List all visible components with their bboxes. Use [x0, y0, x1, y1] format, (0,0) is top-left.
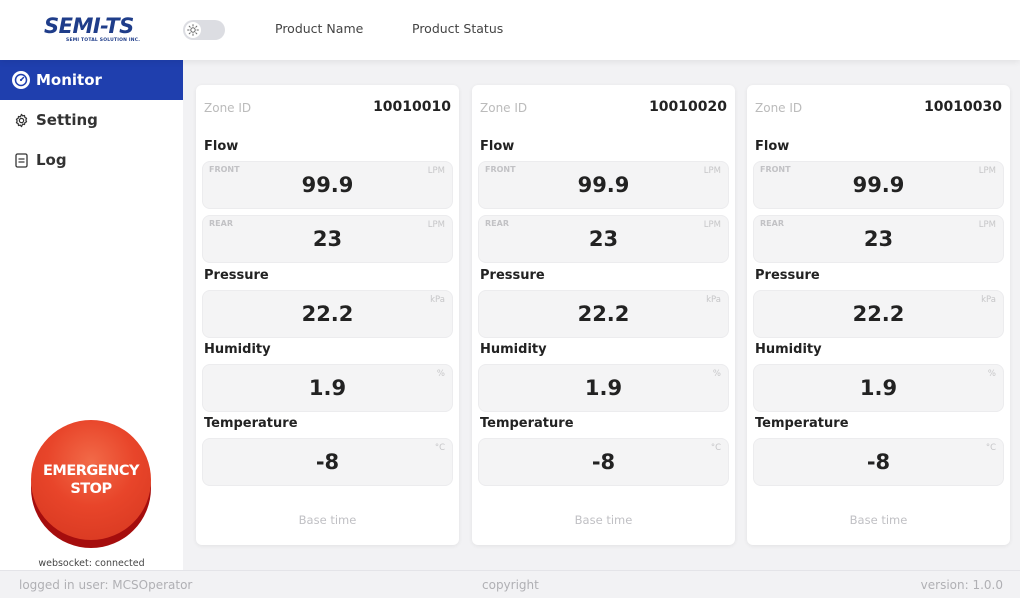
- temperature-box: °C -8: [753, 438, 1004, 486]
- temperature-box: °C -8: [478, 438, 729, 486]
- flow-front-value: 99.9: [301, 173, 354, 197]
- humidity-box: % 1.9: [753, 364, 1004, 412]
- version: version: 1.0.0: [920, 578, 1003, 592]
- humidity-box: % 1.9: [202, 364, 453, 412]
- zone-id-value: 10010030: [924, 99, 1002, 115]
- copyright: copyright: [482, 578, 539, 592]
- app-footer: logged in user: MCSOperator copyright ve…: [0, 570, 1020, 598]
- humidity-title: Humidity: [204, 342, 271, 357]
- temperature-value: -8: [866, 450, 891, 474]
- flow-title: Flow: [755, 139, 790, 154]
- flow-rear-value: 23: [312, 227, 343, 251]
- logo-subtext: SEMI TOTAL SOLUTION INC.: [66, 38, 141, 43]
- emergency-stop-button[interactable]: EMERGENCY STOP: [31, 420, 151, 548]
- flow-front-box: FRONT LPM 99.9: [202, 161, 453, 209]
- pressure-value: 22.2: [301, 302, 354, 326]
- temperature-title: Temperature: [204, 416, 298, 431]
- base-time: Base time: [849, 513, 908, 527]
- zone-card: Zone ID 10010010 Flow FRONT LPM 99.9 REA…: [196, 85, 459, 545]
- gear-icon: [12, 111, 30, 129]
- flow-front-value: 99.9: [577, 173, 630, 197]
- humidity-value: 1.9: [859, 376, 898, 400]
- temperature-value: -8: [315, 450, 340, 474]
- gauge-icon: [12, 71, 30, 89]
- flow-front-value: 99.9: [852, 173, 905, 197]
- emergency-stop-face: EMERGENCY STOP: [31, 420, 151, 540]
- sidebar-item-label: Setting: [36, 111, 98, 129]
- product-status-link[interactable]: Product Status: [412, 21, 503, 36]
- sidebar: Monitor Setting Log EMERGENCY STOP webso…: [0, 60, 183, 570]
- temperature-title: Temperature: [480, 416, 574, 431]
- humidity-title: Humidity: [755, 342, 822, 357]
- theme-toggle[interactable]: [183, 20, 225, 40]
- emergency-label: EMERGENCY: [43, 463, 140, 479]
- flow-rear-value: 23: [588, 227, 619, 251]
- logged-in-user: logged in user: MCSOperator: [19, 578, 193, 592]
- flow-rear-value: 23: [863, 227, 894, 251]
- sidebar-item-label: Monitor: [36, 71, 102, 89]
- flow-front-box: FRONT LPM 99.9: [478, 161, 729, 209]
- humidity-title: Humidity: [480, 342, 547, 357]
- flow-rear-box: REAR LPM 23: [753, 215, 1004, 263]
- pressure-box: kPa 22.2: [202, 290, 453, 338]
- zone-id-label: Zone ID: [480, 101, 528, 115]
- company-logo[interactable]: SEMI-TS SEMI TOTAL SOLUTION INC.: [44, 14, 140, 46]
- base-time: Base time: [298, 513, 357, 527]
- temperature-box: °C -8: [202, 438, 453, 486]
- temperature-title: Temperature: [755, 416, 849, 431]
- sidebar-item-monitor[interactable]: Monitor: [0, 60, 183, 100]
- logo-text: SEMI-TS: [44, 14, 134, 38]
- pressure-title: Pressure: [204, 268, 269, 283]
- zone-card: Zone ID 10010030 Flow FRONT LPM 99.9 REA…: [747, 85, 1010, 545]
- humidity-box: % 1.9: [478, 364, 729, 412]
- flow-title: Flow: [480, 139, 515, 154]
- humidity-value: 1.9: [308, 376, 347, 400]
- base-time: Base time: [574, 513, 633, 527]
- zone-id-label: Zone ID: [204, 101, 252, 115]
- flow-title: Flow: [204, 139, 239, 154]
- zone-id-value: 10010010: [373, 99, 451, 115]
- humidity-value: 1.9: [584, 376, 623, 400]
- pressure-box: kPa 22.2: [478, 290, 729, 338]
- stop-label: STOP: [70, 481, 112, 497]
- pressure-title: Pressure: [480, 268, 545, 283]
- pressure-value: 22.2: [577, 302, 630, 326]
- flow-rear-box: REAR LPM 23: [478, 215, 729, 263]
- flow-front-box: FRONT LPM 99.9: [753, 161, 1004, 209]
- pressure-value: 22.2: [852, 302, 905, 326]
- zone-card: Zone ID 10010020 Flow FRONT LPM 99.9 REA…: [472, 85, 735, 545]
- pressure-box: kPa 22.2: [753, 290, 1004, 338]
- zone-id-value: 10010020: [649, 99, 727, 115]
- sun-icon: [185, 22, 201, 38]
- app-header: SEMI-TS SEMI TOTAL SOLUTION INC. Product…: [0, 0, 1020, 60]
- temperature-value: -8: [591, 450, 616, 474]
- sidebar-item-log[interactable]: Log: [0, 140, 183, 180]
- flow-rear-box: REAR LPM 23: [202, 215, 453, 263]
- document-icon: [12, 151, 30, 169]
- websocket-status: websocket: connected: [38, 558, 145, 569]
- product-name-link[interactable]: Product Name: [275, 21, 363, 36]
- zone-id-label: Zone ID: [755, 101, 803, 115]
- pressure-title: Pressure: [755, 268, 820, 283]
- sidebar-item-setting[interactable]: Setting: [0, 100, 183, 140]
- sidebar-item-label: Log: [36, 151, 67, 169]
